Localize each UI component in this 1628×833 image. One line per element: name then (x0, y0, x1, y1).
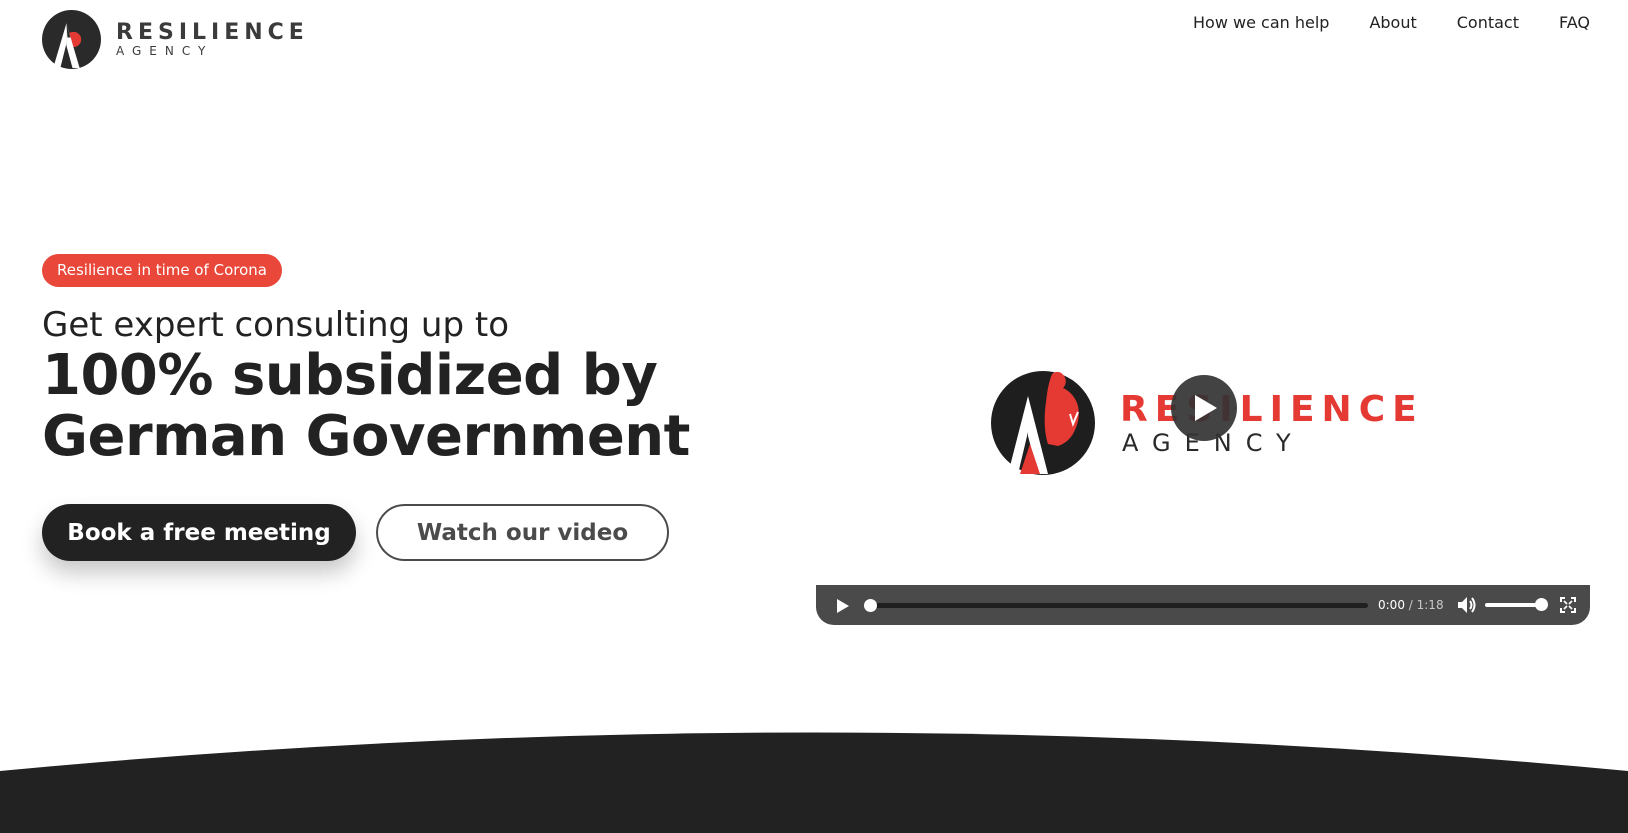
current-time: 0:00 (1378, 598, 1405, 612)
time-display: 0:00 / 1:18 (1378, 597, 1444, 613)
time-separator: / (1404, 598, 1417, 612)
duration: 1:18 (1416, 598, 1444, 612)
logo-word-resilience: RESILIENCE (116, 20, 309, 45)
volume-slider[interactable] (1485, 598, 1548, 611)
big-play-button[interactable] (1171, 375, 1237, 441)
site-header: RESILIENCE AGENCY How we can help About … (0, 0, 1628, 80)
big-play-icon (1195, 395, 1217, 421)
nav-faq[interactable]: FAQ (1559, 12, 1590, 34)
corona-badge: Resilience in time of Corona (42, 254, 282, 287)
poster-word-resilience: RESILIENCE (1120, 389, 1424, 430)
poster-logo-icon (991, 371, 1095, 475)
nav-contact[interactable]: Contact (1457, 12, 1519, 34)
video-poster[interactable]: RESILIENCE AGENCY (816, 330, 1590, 585)
headline-line-2: German Government (42, 404, 690, 469)
hero-headline: 100% subsidized by German Government (42, 345, 690, 467)
watch-video-button[interactable]: Watch our video (376, 504, 669, 561)
play-icon[interactable] (833, 596, 853, 616)
nav-how-we-can-help[interactable]: How we can help (1193, 12, 1329, 34)
logo-word-agency: AGENCY (116, 44, 214, 58)
speaker-icon[interactable] (1457, 596, 1477, 614)
nav-about[interactable]: About (1369, 12, 1416, 34)
video-player: RESILIENCE AGENCY 0:00 / 1:18 (816, 330, 1590, 630)
seek-bar[interactable] (864, 599, 1368, 612)
book-meeting-button[interactable]: Book a free meeting (42, 504, 356, 561)
seek-thumb[interactable] (864, 599, 877, 612)
headline-line-1: 100% subsidized by (42, 343, 658, 408)
video-controls: 0:00 / 1:18 (816, 585, 1590, 625)
logo-link[interactable]: RESILIENCE AGENCY (41, 9, 309, 70)
logo-mark-icon (42, 10, 101, 69)
fullscreen-icon[interactable] (1560, 597, 1576, 613)
main-nav: How we can help About Contact FAQ (1153, 12, 1590, 34)
hero-subtitle: Get expert consulting up to (42, 305, 510, 345)
logo-text: RESILIENCE AGENCY (116, 21, 309, 58)
dark-section-curve (0, 732, 1628, 833)
volume-thumb[interactable] (1535, 598, 1548, 611)
